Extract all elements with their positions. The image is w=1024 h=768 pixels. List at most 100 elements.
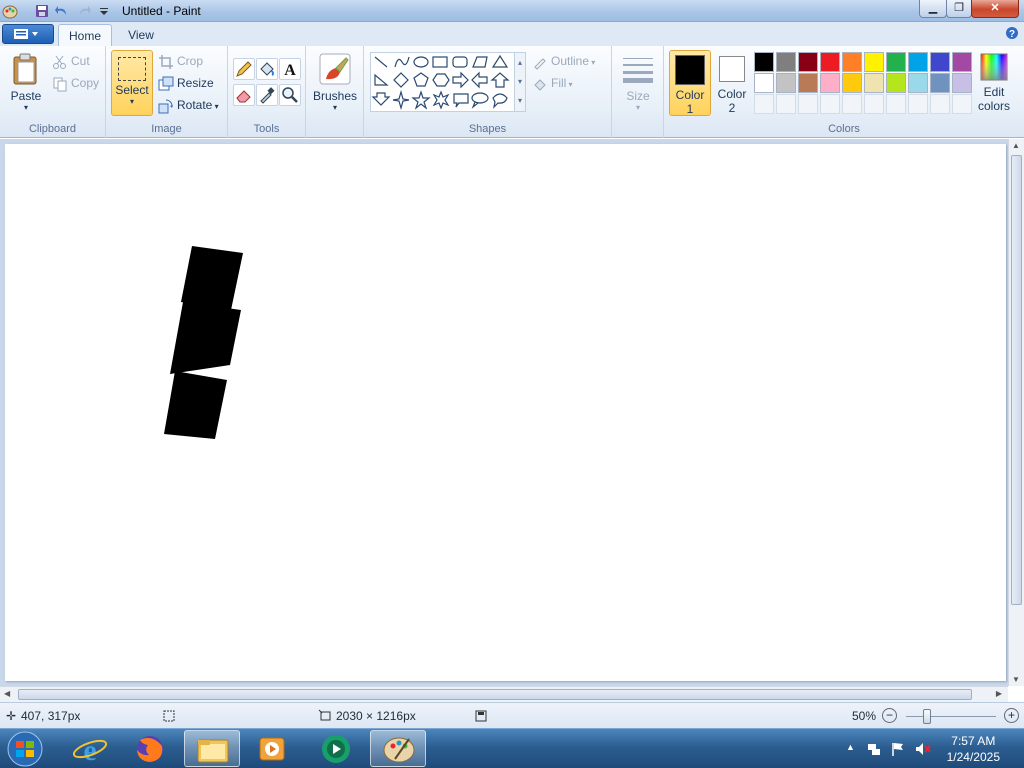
custom-color-slot[interactable]: [886, 94, 906, 114]
rotate-button[interactable]: Rotate ▾: [158, 98, 219, 114]
internet-explorer-icon: e: [72, 734, 108, 767]
edit-colors-button[interactable]: Edit colors: [976, 52, 1012, 118]
palette-swatch[interactable]: [754, 52, 774, 72]
action-center-flag-icon[interactable]: [890, 741, 906, 757]
palette-swatch[interactable]: [842, 52, 862, 72]
fill-tool[interactable]: [256, 58, 278, 80]
color-picker-tool[interactable]: [256, 84, 278, 106]
taskbar-media-center[interactable]: [308, 730, 364, 767]
cut-button[interactable]: Cut: [52, 54, 90, 70]
eraser-tool[interactable]: [233, 84, 255, 106]
select-button[interactable]: Select ▾: [111, 50, 153, 116]
volume-muted-icon[interactable]: [914, 741, 932, 757]
custom-color-slot[interactable]: [798, 94, 818, 114]
palette-swatch[interactable]: [886, 73, 906, 93]
black-quad-bottom: [164, 371, 227, 439]
redo-icon[interactable]: [76, 3, 92, 19]
paint-app-icon: [2, 5, 18, 19]
select-rectangle-icon: [118, 57, 146, 81]
taskbar-firefox[interactable]: [122, 730, 178, 767]
zoom-in-button[interactable]: +: [1004, 708, 1019, 723]
palette-swatch[interactable]: [776, 52, 796, 72]
show-hidden-icons-arrow[interactable]: ▲: [846, 742, 855, 752]
vertical-scrollbar[interactable]: ▲ ▼: [1008, 139, 1024, 686]
palette-swatch[interactable]: [864, 73, 884, 93]
undo-icon[interactable]: [54, 3, 70, 19]
palette-swatch[interactable]: [754, 73, 774, 93]
paint-menu-button[interactable]: [2, 24, 54, 44]
horizontal-scroll-thumb[interactable]: [18, 689, 972, 700]
magnifier-tool[interactable]: [279, 84, 301, 106]
scroll-down-arrow-icon[interactable]: ▼: [1012, 675, 1020, 684]
zoom-slider-track[interactable]: [906, 716, 996, 717]
outline-button[interactable]: Outline ▾: [532, 54, 595, 70]
palette-swatch[interactable]: [886, 52, 906, 72]
brushes-button[interactable]: Brushes ▾: [312, 52, 358, 118]
custom-color-slot[interactable]: [820, 94, 840, 114]
minimize-button[interactable]: ▁: [919, 0, 947, 18]
start-button[interactable]: [2, 730, 48, 768]
firefox-icon: [137, 736, 163, 762]
copy-button[interactable]: Copy: [52, 76, 99, 92]
paste-label: Paste: [10, 89, 42, 103]
palette-swatch[interactable]: [864, 52, 884, 72]
custom-color-slot[interactable]: [908, 94, 928, 114]
pencil-tool[interactable]: [233, 58, 255, 80]
fill-button[interactable]: Fill ▾: [532, 76, 573, 92]
zoom-slider-thumb[interactable]: [923, 709, 931, 724]
palette-swatch[interactable]: [798, 73, 818, 93]
color2-button[interactable]: Color 2: [714, 50, 750, 116]
custom-color-slot[interactable]: [754, 94, 774, 114]
custom-color-slot[interactable]: [776, 94, 796, 114]
palette-swatch[interactable]: [842, 73, 862, 93]
palette-swatch[interactable]: [820, 52, 840, 72]
vertical-scroll-thumb[interactable]: [1011, 155, 1022, 605]
drawing-canvas[interactable]: [5, 144, 1006, 681]
system-clock[interactable]: 7:57 AM 1/24/2025: [947, 733, 1000, 765]
customize-toolbar-icon[interactable]: [96, 3, 112, 19]
network-icon[interactable]: [866, 741, 882, 757]
taskbar-file-explorer[interactable]: [184, 730, 240, 767]
shapes-gallery-icons[interactable]: [371, 53, 521, 111]
canvas-workspace: [0, 139, 1024, 686]
taskbar-media-player[interactable]: [244, 730, 300, 767]
custom-color-slot[interactable]: [930, 94, 950, 114]
scroll-up-arrow-icon[interactable]: ▲: [1012, 141, 1020, 150]
custom-color-slot[interactable]: [864, 94, 884, 114]
color1-button[interactable]: Color 1: [669, 50, 711, 116]
palette-swatch[interactable]: [930, 73, 950, 93]
size-button[interactable]: Size ▾: [618, 52, 658, 118]
black-quad-middle: [170, 302, 241, 374]
close-button[interactable]: ✕: [971, 0, 1019, 18]
palette-swatch[interactable]: [908, 52, 928, 72]
shapes-group-label: Shapes: [468, 123, 507, 135]
text-tool[interactable]: A: [279, 58, 301, 80]
palette-swatch[interactable]: [908, 73, 928, 93]
horizontal-scrollbar[interactable]: ◀ ▶: [0, 686, 1008, 702]
palette-swatch[interactable]: [930, 52, 950, 72]
copy-icon: [52, 76, 68, 92]
color1-label-line1: Color: [675, 88, 705, 102]
palette-swatch[interactable]: [820, 73, 840, 93]
palette-swatch[interactable]: [952, 73, 972, 93]
help-icon[interactable]: ?: [1005, 26, 1019, 40]
palette-swatch[interactable]: [798, 52, 818, 72]
shapes-scroll[interactable]: ▴ ▾ ▾: [514, 52, 526, 112]
taskbar-internet-explorer[interactable]: e: [62, 730, 118, 767]
tab-home[interactable]: Home: [58, 24, 112, 46]
scroll-left-arrow-icon[interactable]: ◀: [4, 689, 10, 698]
crop-button[interactable]: Crop: [158, 54, 203, 70]
zoom-out-button[interactable]: −: [882, 708, 897, 723]
palette-swatch[interactable]: [776, 73, 796, 93]
ribbon: Paste ▾ Cut Copy Clipboard Select ▾ Crop…: [0, 46, 1024, 138]
paste-button[interactable]: Paste ▾: [4, 52, 48, 116]
save-icon[interactable]: [34, 3, 50, 19]
taskbar-paint[interactable]: [370, 730, 426, 767]
scroll-right-arrow-icon[interactable]: ▶: [996, 689, 1002, 698]
custom-color-slot[interactable]: [842, 94, 862, 114]
maximize-button[interactable]: ❐: [946, 0, 972, 18]
custom-color-slot[interactable]: [952, 94, 972, 114]
tab-view[interactable]: View: [116, 24, 166, 46]
resize-button[interactable]: Resize: [158, 76, 214, 92]
palette-swatch[interactable]: [952, 52, 972, 72]
